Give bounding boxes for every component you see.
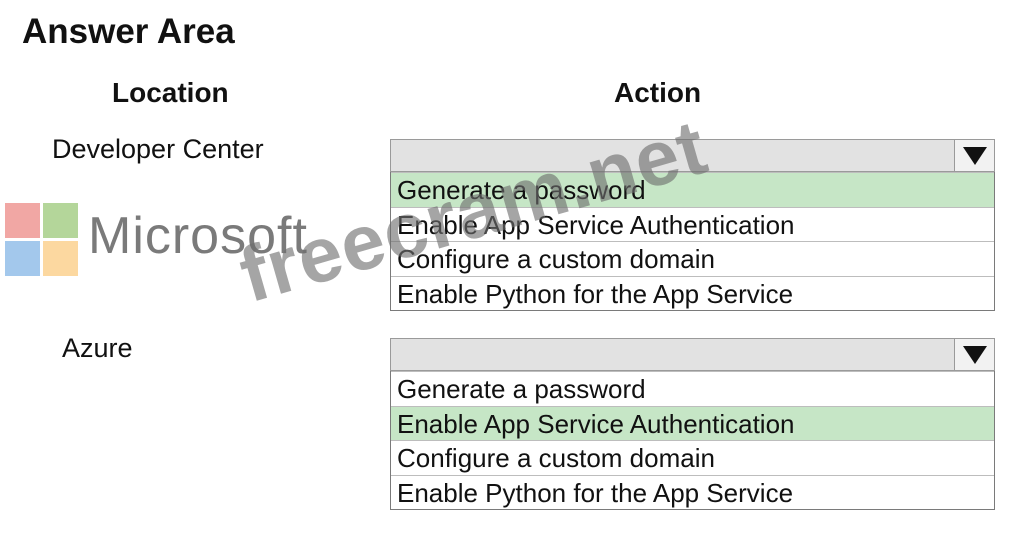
location-column-header: Location — [112, 77, 229, 108]
chevron-down-icon[interactable] — [954, 140, 994, 171]
logo-square-red — [5, 203, 40, 238]
dropdown-option[interactable]: Enable Python for the App Service — [391, 474, 994, 510]
dropdown-option[interactable]: Generate a password — [391, 371, 994, 406]
action-dropdown-azure[interactable]: Generate a password Enable App Service A… — [390, 338, 995, 510]
location-label-developer-center: Developer Center — [52, 134, 264, 164]
dropdown-header[interactable] — [390, 338, 995, 371]
dropdown-option-selected[interactable]: Enable App Service Authentication — [391, 405, 994, 440]
dropdown-option[interactable]: Configure a custom domain — [391, 440, 994, 475]
location-label-azure: Azure — [62, 333, 133, 363]
dropdown-option[interactable]: Enable Python for the App Service — [391, 275, 994, 311]
chevron-down-icon[interactable] — [954, 339, 994, 370]
page-title: Answer Area — [22, 12, 235, 51]
dropdown-options-list: Generate a password Enable App Service A… — [390, 371, 995, 510]
logo-square-green — [43, 203, 78, 238]
microsoft-logo-icon — [5, 203, 79, 277]
logo-square-blue — [5, 241, 40, 276]
logo-square-yellow — [43, 241, 78, 276]
